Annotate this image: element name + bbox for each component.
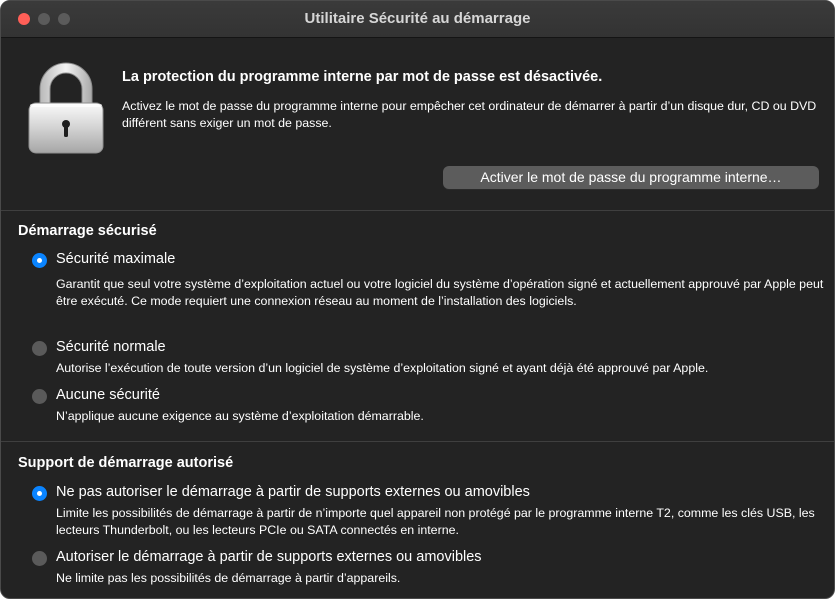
disallow-external-boot-label[interactable]: Ne pas autoriser le démarrage à partir d…	[56, 484, 530, 500]
radio-full-security[interactable]	[32, 253, 47, 268]
radio-disallow-external-boot[interactable]	[32, 486, 47, 501]
secure-boot-heading: Démarrage sécurisé	[18, 223, 157, 239]
radio-allow-external-boot[interactable]	[32, 551, 47, 566]
title-bar: Utilitaire Sécurité au démarrage	[1, 1, 834, 38]
boot-media-heading: Support de démarrage autorisé	[18, 455, 234, 471]
radio-no-security[interactable]	[32, 389, 47, 404]
full-security-description: Garantit que seul votre système d’exploi…	[56, 277, 824, 308]
radio-medium-security[interactable]	[32, 341, 47, 356]
firmware-password-description: Activez le mot de passe du programme int…	[122, 99, 817, 130]
divider	[1, 210, 834, 211]
allow-external-boot-description: Ne limite pas les possibilités de démarr…	[56, 571, 401, 585]
firmware-password-status: La protection du programme interne par m…	[122, 69, 603, 85]
disallow-external-boot-description: Limite les possibilités de démarrage à p…	[56, 506, 815, 537]
startup-security-window: Utilitaire Sécurité au démarrage La prot…	[0, 0, 835, 599]
no-security-label[interactable]: Aucune sécurité	[56, 387, 160, 403]
medium-security-description: Autorise l’exécution de toute version d’…	[56, 361, 709, 375]
enable-firmware-password-button[interactable]: Activer le mot de passe du programme int…	[443, 166, 819, 189]
full-security-label[interactable]: Sécurité maximale	[56, 251, 175, 267]
allow-external-boot-label[interactable]: Autoriser le démarrage à partir de suppo…	[56, 549, 482, 565]
padlock-icon	[28, 62, 104, 154]
window-title: Utilitaire Sécurité au démarrage	[304, 10, 531, 27]
medium-security-label[interactable]: Sécurité normale	[56, 339, 166, 355]
no-security-description: N’applique aucune exigence au système d’…	[56, 409, 424, 423]
divider	[1, 441, 834, 442]
